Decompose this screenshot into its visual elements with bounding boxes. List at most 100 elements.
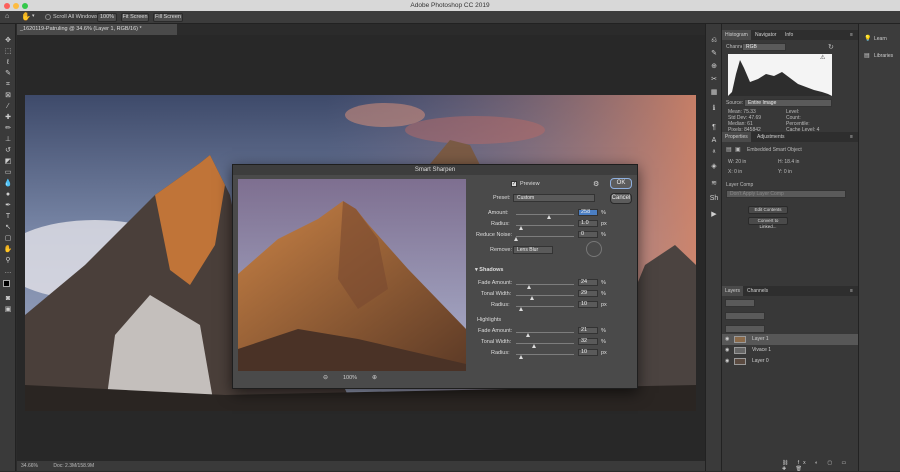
libraries-label[interactable]: Libraries	[874, 53, 893, 59]
marquee-tool-icon[interactable]: ⬚	[3, 47, 13, 56]
fill-screen-button[interactable]: Fill Screen	[153, 13, 183, 22]
paragraph-panel-icon[interactable]: ¶	[709, 123, 719, 132]
fit-screen-button[interactable]: Fit Screen	[121, 13, 149, 22]
layer-row[interactable]: ◉ Vivace 1	[722, 345, 859, 356]
shadows-radius-field[interactable]: 10	[578, 301, 598, 308]
amount-slider[interactable]	[516, 214, 574, 215]
eyedropper-tool-icon[interactable]: ⁄	[3, 102, 13, 111]
zoom-out-icon[interactable]: ⊖	[323, 374, 328, 381]
minimize-window-button[interactable]	[13, 2, 19, 9]
highlights-radius-field[interactable]: 10	[578, 349, 598, 356]
convert-to-linked-button[interactable]: Convert to Linked...	[748, 217, 788, 229]
info-panel-icon[interactable]: ℹ	[709, 104, 719, 113]
source-select[interactable]: Entire Image	[744, 99, 832, 107]
history-panel-icon[interactable]: ⎌	[709, 36, 719, 45]
highlights-fade-field[interactable]: 21	[578, 327, 598, 334]
3d-panel-icon[interactable]: ◈	[709, 162, 719, 171]
highlights-tonal-field[interactable]: 32	[578, 338, 598, 345]
tab-info[interactable]: Info	[782, 30, 796, 40]
highlights-tonal-slider[interactable]	[516, 343, 574, 344]
edit-contents-button[interactable]: Edit Contents	[748, 206, 788, 214]
preset-select[interactable]: Custom	[513, 194, 595, 202]
shadows-radius-slider[interactable]	[516, 306, 574, 307]
eye-icon[interactable]: ◉	[725, 334, 729, 345]
channel-select[interactable]: RGB	[742, 43, 786, 51]
healing-brush-icon[interactable]: ✚	[3, 113, 13, 122]
brush-panel-icon[interactable]: ✎	[709, 49, 719, 58]
eraser-tool-icon[interactable]: ◩	[3, 157, 13, 166]
slider-knob[interactable]	[519, 355, 524, 359]
tab-properties[interactable]: Properties	[722, 132, 751, 142]
chevron-down-icon[interactable]: ▾	[32, 13, 35, 19]
move-tool-icon[interactable]: ✥	[3, 36, 13, 45]
warning-icon[interactable]: ⚠	[820, 54, 825, 61]
tab-navigator[interactable]: Navigator	[752, 30, 779, 40]
slider-knob[interactable]	[532, 344, 537, 348]
shape-tool-icon[interactable]: ▢	[3, 234, 13, 243]
tab-layers[interactable]: Layers	[722, 286, 744, 296]
quick-mask-icon[interactable]: ◙	[3, 294, 13, 303]
hand-tool-icon[interactable]: ✋	[21, 12, 31, 21]
layer-row[interactable]: ◉ Layer 1	[722, 334, 859, 345]
shadows-section-label[interactable]: ▾ Shadows	[475, 267, 503, 273]
home-icon[interactable]: ⌂	[5, 13, 9, 20]
ok-button[interactable]: OK	[610, 178, 632, 189]
layer-row[interactable]: ◉ Layer 0	[722, 356, 859, 367]
zoom-in-icon[interactable]: ⊕	[372, 374, 377, 381]
close-window-button[interactable]	[4, 2, 10, 9]
doc-size-readout[interactable]: Doc: 2.3M/158.9M	[53, 463, 94, 469]
x-field[interactable]: X: 0 in	[728, 169, 742, 175]
zoom-100-button[interactable]: 100%	[97, 13, 117, 22]
frame-tool-icon[interactable]: ⊠	[3, 91, 13, 100]
swatches-panel-icon[interactable]: ▦	[709, 88, 719, 97]
brush-tool-icon[interactable]: ✏	[3, 124, 13, 133]
libraries-icon[interactable]: ▤	[864, 52, 870, 59]
slider-knob[interactable]	[519, 307, 524, 311]
y-field[interactable]: Y: 0 in	[778, 169, 792, 175]
tab-channels[interactable]: Channels	[744, 286, 771, 296]
character-panel-icon[interactable]: A	[709, 136, 719, 145]
slider-knob[interactable]	[513, 237, 518, 241]
blur-tool-icon[interactable]: 💧	[3, 179, 13, 188]
libraries-stack-icon[interactable]: ≋	[709, 179, 719, 188]
slider-knob[interactable]	[527, 285, 532, 289]
layer-comp-select[interactable]: Don't Apply Layer Comp	[726, 190, 846, 198]
reduce-noise-field[interactable]: 0	[578, 231, 598, 238]
foreground-color-swatch[interactable]	[3, 280, 10, 287]
zoom-tool-icon[interactable]: ⚲	[3, 256, 13, 265]
remove-select[interactable]: Lens Blur	[513, 246, 553, 254]
gradient-tool-icon[interactable]: ▭	[3, 168, 13, 177]
screen-mode-icon[interactable]: ▣	[3, 305, 13, 314]
type-tool-icon[interactable]: T	[3, 212, 13, 221]
history-brush-icon[interactable]: ↺	[3, 146, 13, 155]
zoom-readout[interactable]: 34.66%	[21, 463, 38, 469]
more-tools-icon[interactable]: …	[3, 267, 13, 276]
quick-select-tool-icon[interactable]: ✎	[3, 69, 13, 78]
angle-dial[interactable]	[586, 241, 602, 257]
panel-menu-icon[interactable]: ≡	[847, 132, 856, 142]
radius-field[interactable]: 1.0	[578, 220, 598, 227]
highlights-radius-slider[interactable]	[516, 354, 574, 355]
eye-icon[interactable]: ◉	[725, 356, 729, 367]
tab-adjustments[interactable]: Adjustments	[754, 132, 788, 142]
amount-field[interactable]: 258	[578, 209, 598, 216]
reduce-noise-slider[interactable]	[516, 236, 574, 237]
shadows-fade-slider[interactable]	[516, 284, 574, 285]
panel-menu-icon[interactable]: ≡	[847, 286, 856, 296]
layer-filter-select[interactable]	[725, 299, 755, 307]
learn-label[interactable]: Learn	[874, 36, 887, 42]
gear-icon[interactable]: ⚙	[593, 180, 599, 188]
shadows-fade-field[interactable]: 24	[578, 279, 598, 286]
crop-tool-icon[interactable]: ⌗	[3, 80, 13, 89]
lightbulb-icon[interactable]: 💡	[864, 35, 871, 42]
shadows-tonal-slider[interactable]	[516, 295, 574, 296]
glyphs-panel-icon[interactable]: ª	[709, 149, 719, 158]
zoom-window-button[interactable]	[22, 2, 28, 9]
eye-icon[interactable]: ◉	[725, 345, 729, 356]
dodge-tool-icon[interactable]: ●	[3, 190, 13, 199]
scroll-all-checkbox[interactable]	[45, 14, 51, 20]
preview-checkbox[interactable]: ✓	[511, 181, 517, 187]
panel-menu-icon[interactable]: ≡	[847, 30, 856, 40]
radius-slider[interactable]	[516, 225, 574, 226]
layer-actions-icons[interactable]: ⛓ fx ◐ ▢ ▭ ✚ 🗑	[782, 460, 858, 472]
